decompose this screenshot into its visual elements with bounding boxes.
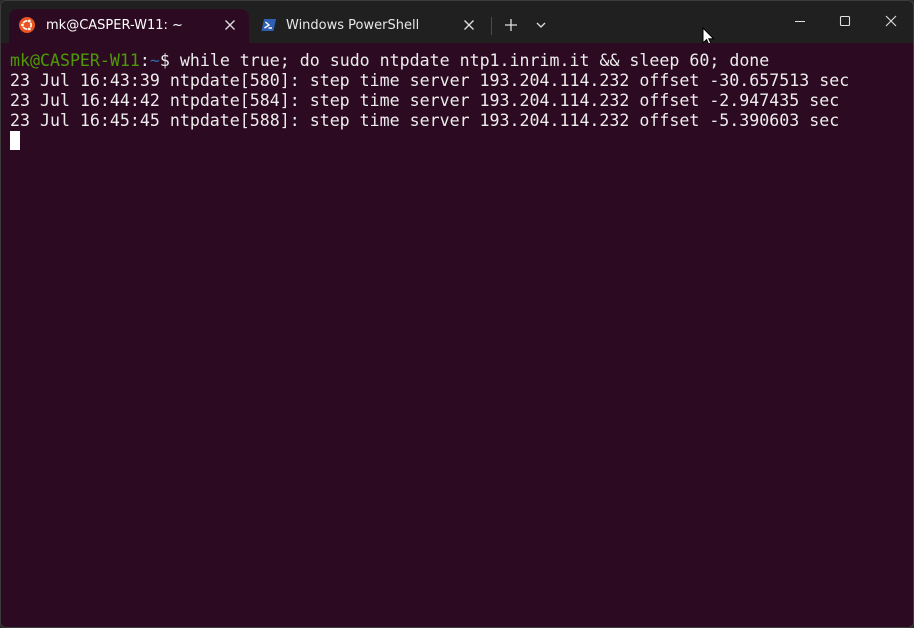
command-text: while true; do sudo ntpdate ntp1.inrim.i… xyxy=(179,51,770,70)
maximize-icon[interactable] xyxy=(835,11,855,31)
output-line: 23 Jul 16:43:39 ntpdate[580]: step time … xyxy=(10,71,850,90)
prompt-symbol: $ xyxy=(159,51,180,70)
prompt-path: ~ xyxy=(149,51,160,70)
tab-ubuntu[interactable]: mk@CASPER-W11: ~ xyxy=(9,9,249,43)
output-line: 23 Jul 16:44:42 ntpdate[584]: step time … xyxy=(10,91,840,110)
output-line: 23 Jul 16:45:45 ntpdate[588]: step time … xyxy=(10,111,840,130)
command-line: mk@CASPER-W11:~$ while true; do sudo ntp… xyxy=(10,51,769,71)
powershell-icon xyxy=(261,17,277,33)
terminal-window: mk@CASPER-W11: ~ Windows PowerShell mk@C… xyxy=(0,0,914,628)
title-bar[interactable]: mk@CASPER-W11: ~ Windows PowerShell xyxy=(1,1,913,47)
close-tab-icon[interactable] xyxy=(222,17,238,33)
tab-divider xyxy=(491,17,492,35)
minimize-icon[interactable] xyxy=(790,11,810,31)
terminal-content[interactable]: mk@CASPER-W11:~$ while true; do sudo ntp… xyxy=(1,43,913,627)
close-window-icon[interactable] xyxy=(881,11,901,31)
new-tab-plus-icon[interactable] xyxy=(501,15,521,35)
ubuntu-icon xyxy=(19,17,35,33)
tab-label: mk@CASPER-W11: ~ xyxy=(46,18,183,33)
tab-label: Windows PowerShell xyxy=(286,18,420,33)
tab-powershell[interactable]: Windows PowerShell xyxy=(251,9,487,43)
prompt-separator: : xyxy=(139,51,150,70)
chevron-down-icon[interactable] xyxy=(532,15,550,35)
prompt-user-host: mk@CASPER-W11 xyxy=(10,51,140,70)
text-cursor xyxy=(10,131,20,150)
close-tab-icon[interactable] xyxy=(461,17,477,33)
